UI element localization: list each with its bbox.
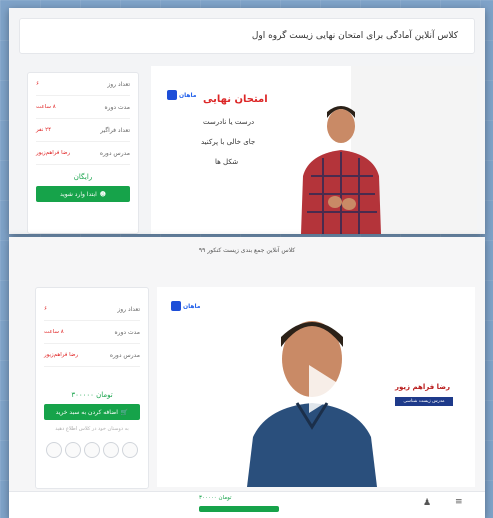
info-row: مدت دوره ۸ ساعت xyxy=(36,96,130,119)
slide-line-2: جای خالی با پرکنید xyxy=(201,138,256,146)
info-row: مدرس دوره رضا فراهم‌زیور xyxy=(44,344,140,367)
course-price: رایگان xyxy=(73,173,93,181)
login-button[interactable]: ☻ ابتدا وارد شوید xyxy=(36,186,130,202)
share-icon[interactable] xyxy=(65,442,81,458)
course-price: تومان ۳۰۰۰۰۰ xyxy=(71,391,113,399)
info-row: تعداد فراگیر ۲۴ نفر xyxy=(36,119,130,142)
bottom-bar: تومان ۳۰۰۰۰۰ ♟ ≡ xyxy=(9,491,485,518)
share-icon[interactable] xyxy=(122,442,138,458)
share-icon[interactable] xyxy=(103,442,119,458)
user-icon: ☻ xyxy=(99,190,107,198)
course-page-screenshot-1: کلاس آنلاین آمادگی برای امتحان نهایی زیس… xyxy=(9,8,485,234)
share-icon[interactable] xyxy=(46,442,62,458)
video-player[interactable]: ماهان رضا فراهم زیور مدرس زیست شناسی xyxy=(157,287,475,487)
cart-icon: 🛒 xyxy=(120,408,129,416)
course-info-panel: تعداد روز ۶ مدت دوره ۸ ساعت تعداد فراگیر ۲۴… xyxy=(27,72,139,234)
info-row: تعداد روز ۶ xyxy=(36,73,130,96)
video-player[interactable]: ماهان امتحان نهایی درست یا نادرست جای خا… xyxy=(151,66,477,234)
course-page-screenshot-2: کلاس آنلاین جمع بندی زیست کنکور ۹۹ ماهان… xyxy=(9,237,485,518)
share-buttons xyxy=(36,442,148,458)
course-title: کلاس آنلاین آمادگی برای امتحان نهایی زیس… xyxy=(19,18,475,54)
share-icon[interactable] xyxy=(84,442,100,458)
logo-icon xyxy=(167,90,177,100)
course-title: کلاس آنلاین جمع بندی زیست کنکور ۹۹ xyxy=(198,247,296,254)
slide-line-3: شکل ها xyxy=(215,158,239,166)
info-row: تعداد روز ۶ xyxy=(44,298,140,321)
slide-title: امتحان نهایی xyxy=(203,94,268,105)
menu-icon[interactable]: ≡ xyxy=(455,497,463,507)
desktop-background: { "screen1": { "title": "کلاس آنلاین آما… xyxy=(0,0,493,518)
teacher-subtitle: مدرس زیست شناسی xyxy=(395,397,453,406)
info-row: مدت دوره ۸ ساعت xyxy=(44,321,140,344)
slide-line-1: درست یا نادرست xyxy=(203,118,255,126)
mahan-logo: ماهان xyxy=(171,301,201,311)
bottom-buy-button[interactable] xyxy=(199,506,279,512)
info-row: مدرس دوره رضا فراهم‌زیور xyxy=(36,142,130,165)
mahan-logo: ماهان xyxy=(167,90,197,100)
course-info-panel: تعداد روز ۶ مدت دوره ۸ ساعت مدرس دوره رضا ف… xyxy=(35,287,149,489)
add-to-cart-button[interactable]: 🛒 اضافه کردن به سبد خرید xyxy=(44,404,140,420)
teacher-name: رضا فراهم زیور xyxy=(395,383,451,391)
user-icon[interactable]: ♟ xyxy=(423,498,431,508)
logo-icon xyxy=(171,301,181,311)
share-text: به دوستان خود در کلاس اطلاع دهید xyxy=(55,426,129,432)
video-frame xyxy=(151,66,477,234)
bottom-price: تومان ۳۰۰۰۰۰ xyxy=(199,495,232,501)
